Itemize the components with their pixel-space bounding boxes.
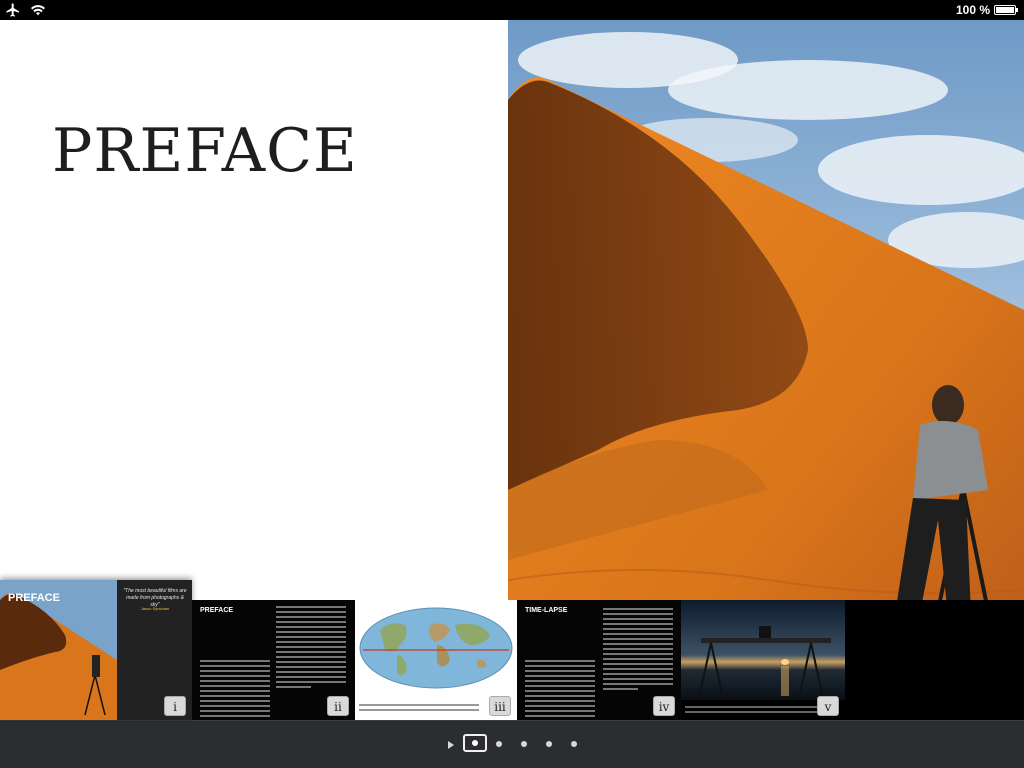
thumbnail-page-ii[interactable]: PREFACE ii bbox=[192, 600, 355, 720]
thumbnail-title: PREFACE bbox=[200, 607, 234, 614]
page-dot-3[interactable] bbox=[521, 741, 527, 747]
thumbnail-page-iv[interactable]: TIME-LAPSE iv bbox=[517, 600, 681, 720]
battery-icon bbox=[994, 5, 1018, 15]
page-control-bar bbox=[0, 720, 1024, 768]
thumbnail-title: PREFACE bbox=[8, 592, 60, 604]
preface-page: PREFACE bbox=[0, 20, 508, 600]
thumbnail-strip[interactable]: PREFACE "The most beautiful films are ma… bbox=[0, 580, 1024, 720]
battery-percentage: 100 % bbox=[955, 3, 990, 17]
thumbnail-page-v[interactable]: v bbox=[681, 600, 845, 720]
thumbnail-page-i[interactable]: PREFACE "The most beautiful films are ma… bbox=[0, 580, 192, 720]
page-title: PREFACE bbox=[52, 116, 358, 186]
page-badge: ii bbox=[327, 696, 349, 716]
wifi-icon bbox=[31, 5, 45, 16]
play-icon[interactable] bbox=[448, 741, 454, 749]
page-badge: i bbox=[164, 696, 186, 716]
page-dot-2[interactable] bbox=[496, 741, 502, 747]
status-bar: 100 % bbox=[0, 0, 1024, 20]
page-dot-current[interactable] bbox=[463, 734, 487, 752]
page-badge: iv bbox=[653, 696, 675, 716]
page-dot-5[interactable] bbox=[571, 741, 577, 747]
thumbnail-page-iii[interactable]: iii bbox=[355, 600, 517, 720]
page-badge: iii bbox=[489, 696, 511, 716]
page-dot-4[interactable] bbox=[546, 741, 552, 747]
airplane-icon bbox=[6, 3, 19, 17]
page-badge: v bbox=[817, 696, 839, 716]
quote-author: Jason Syncham bbox=[140, 606, 170, 611]
thumbnail-title: TIME-LAPSE bbox=[525, 607, 568, 614]
